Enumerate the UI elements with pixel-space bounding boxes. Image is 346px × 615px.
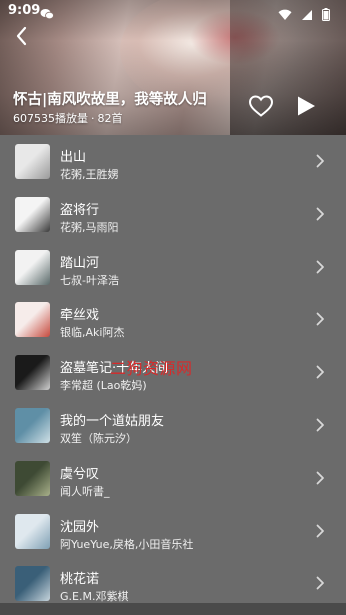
play-all-button[interactable] xyxy=(295,95,317,117)
song-title: 我的一个道姑朋友 xyxy=(60,413,165,429)
playlist-title: 怀古|南风吹故里，我等故人归 xyxy=(13,92,207,108)
wifi-icon xyxy=(278,6,292,25)
song-cover-image xyxy=(15,196,50,232)
song-artist: 银临,Aki阿杰 xyxy=(60,326,125,340)
song-artist: G.E.M.邓紫棋 xyxy=(60,590,129,604)
song-artist: 闻人听書_ xyxy=(60,484,110,498)
song-title: 沈园外 xyxy=(60,519,100,535)
song-title: 踏山河 xyxy=(60,255,100,271)
song-title: 桃花诺 xyxy=(60,572,100,588)
favorite-button[interactable] xyxy=(248,94,274,118)
song-row[interactable]: 沈园外阿YueYue,戾格,小田音乐社 xyxy=(0,505,346,558)
song-row[interactable]: 盗将行花粥,马雨阳 xyxy=(0,188,346,241)
watermark: 二狗资源网 xyxy=(110,359,193,378)
song-artist: 双笙（陈元汐） xyxy=(60,431,137,445)
status-bar: 9:09 xyxy=(0,0,346,24)
song-artist: 阿YueYue,戾格,小田音乐社 xyxy=(60,537,194,551)
chevron-right-icon[interactable] xyxy=(314,206,326,222)
song-artist: 花粥,王胜娚 xyxy=(60,168,119,181)
chevron-right-icon[interactable] xyxy=(314,575,326,591)
bottom-bar xyxy=(0,603,346,615)
heart-icon xyxy=(248,95,274,117)
song-cover-image xyxy=(15,460,50,496)
song-row[interactable]: 踏山河七叔-叶泽浩 xyxy=(0,241,346,294)
chevron-right-icon[interactable] xyxy=(314,470,326,486)
play-icon xyxy=(298,96,315,116)
song-cover-image xyxy=(15,513,50,549)
song-row[interactable]: 出山花粥,王胜娚 xyxy=(0,135,346,188)
wechat-icon xyxy=(40,5,54,24)
chevron-right-icon[interactable] xyxy=(314,417,326,433)
song-title: 虞兮叹 xyxy=(60,466,100,482)
song-title: 盗将行 xyxy=(60,202,100,218)
song-cover-image xyxy=(15,144,50,179)
song-row[interactable]: 牵丝戏银临,Aki阿杰 xyxy=(0,293,346,346)
song-cover-image xyxy=(15,407,50,443)
song-row[interactable]: 虞兮叹闻人听書_ xyxy=(0,452,346,505)
song-artist: 七叔-叶泽浩 xyxy=(60,273,119,287)
signal-icon xyxy=(301,6,313,25)
play-count: 607535播放量 xyxy=(13,112,88,125)
status-time: 9:09 xyxy=(8,3,41,18)
chevron-right-icon[interactable] xyxy=(314,153,326,169)
song-title: 出山 xyxy=(60,150,87,165)
chevron-right-icon[interactable] xyxy=(314,523,326,539)
song-count: 82首 xyxy=(97,112,123,125)
song-row[interactable]: 我的一个道姑朋友 双笙（陈元汐） xyxy=(0,399,346,452)
song-cover-image xyxy=(15,566,50,602)
song-cover-image xyxy=(15,249,50,285)
playlist-screen: 9:09 怀古|南风吹故里，我等故人归 607535播放量 · 82首 出山 花… xyxy=(0,0,346,615)
chevron-right-icon[interactable] xyxy=(314,311,326,327)
back-button[interactable] xyxy=(10,24,34,48)
song-artist: 花粥,马雨阳 xyxy=(60,220,119,234)
playlist-header: 9:09 怀古|南风吹故里，我等故人归 607535播放量 · 82首 xyxy=(0,0,346,135)
song-cover-image xyxy=(15,355,50,391)
battery-icon xyxy=(322,6,330,25)
status-icons xyxy=(274,5,330,25)
chevron-right-icon[interactable] xyxy=(314,259,326,275)
back-arrow-icon xyxy=(16,26,27,46)
song-title: 牵丝戏 xyxy=(60,308,100,324)
chevron-right-icon[interactable] xyxy=(314,364,326,380)
meta-separator: · xyxy=(91,112,95,125)
song-cover-image xyxy=(15,302,50,338)
playlist-meta: 607535播放量 · 82首 xyxy=(13,110,126,126)
song-artist: 李常超 (Lao乾妈) xyxy=(60,379,147,393)
